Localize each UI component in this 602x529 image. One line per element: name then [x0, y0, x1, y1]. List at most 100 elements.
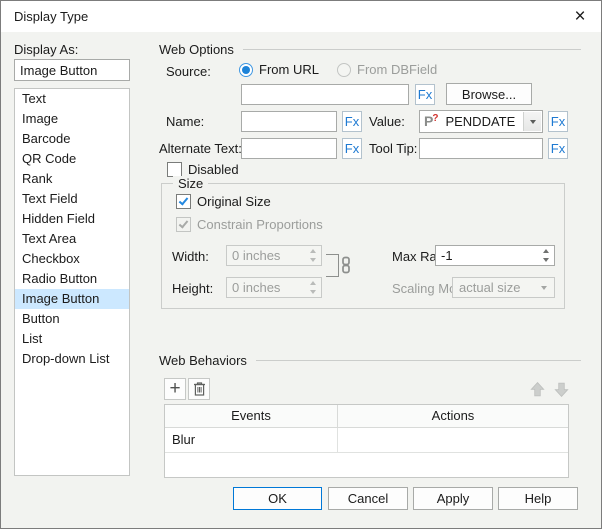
alternate-text-fx-button[interactable]: Fx [342, 138, 362, 159]
events-column-header: Events [165, 405, 338, 427]
web-options-divider [243, 49, 581, 50]
original-size-checkbox[interactable]: Original Size [176, 194, 271, 209]
list-item-radio-button[interactable]: Radio Button [15, 269, 129, 289]
height-spin-up-icon [305, 278, 321, 288]
list-item-drop-down-list[interactable]: Drop-down List [15, 349, 129, 369]
max-ratio-spinner[interactable] [435, 245, 555, 266]
checkbox-checked-disabled-icon [176, 217, 191, 232]
checkbox-unchecked-icon [167, 162, 182, 177]
move-up-button [526, 378, 548, 400]
width-label: Width: [172, 249, 209, 264]
max-ratio-input[interactable] [436, 246, 537, 265]
list-item-text-area[interactable]: Text Area [15, 229, 129, 249]
disabled-checkbox-label: Disabled [188, 162, 239, 177]
parameter-icon: P? [424, 114, 439, 129]
move-down-button [550, 378, 572, 400]
ok-button[interactable]: OK [233, 487, 322, 510]
actions-column-header: Actions [338, 405, 568, 427]
action-cell[interactable] [338, 428, 568, 452]
help-button[interactable]: Help [498, 487, 578, 510]
list-item-text[interactable]: Text [15, 89, 129, 109]
web-behaviors-table: Events Actions Blur [164, 404, 569, 478]
display-type-dialog: Display Type × Display As: Text Image Ba… [0, 0, 602, 529]
scaling-chevron-down-icon [535, 279, 553, 296]
from-url-radio[interactable]: From URL [239, 62, 319, 77]
web-options-title: Web Options [159, 42, 234, 57]
constrain-proportions-checkbox: Constrain Proportions [176, 217, 323, 232]
dialog-title: Display Type [14, 9, 88, 24]
value-fx-button[interactable]: Fx [548, 111, 568, 132]
delete-behavior-button[interactable] [188, 378, 210, 400]
size-group: Size Original Size Constrain Proportions… [161, 183, 565, 309]
max-ratio-spin-up-icon[interactable] [538, 246, 554, 256]
display-as-label: Display As: [14, 42, 78, 57]
radio-unchecked-icon [337, 63, 351, 77]
value-dropdown-text: PENDDATE [445, 114, 515, 129]
title-bar: Display Type × [1, 1, 601, 32]
scaling-mode-text: actual size [459, 280, 520, 295]
tool-tip-label: Tool Tip: [369, 141, 417, 156]
list-item-rank[interactable]: Rank [15, 169, 129, 189]
web-behaviors-divider [256, 360, 581, 361]
list-item-barcode[interactable]: Barcode [15, 129, 129, 149]
from-dbfield-radio: From DBField [337, 62, 437, 77]
arrow-up-icon [529, 381, 546, 398]
alternate-text-label: Alternate Text: [159, 141, 242, 156]
web-options-header: Web Options [159, 42, 581, 56]
add-behavior-button[interactable]: + [164, 378, 186, 400]
web-behaviors-header: Web Behaviors [159, 353, 581, 367]
arrow-down-icon [553, 381, 570, 398]
list-item-image[interactable]: Image [15, 109, 129, 129]
trash-icon [192, 381, 207, 397]
name-input[interactable] [241, 111, 337, 132]
radio-checked-icon [239, 63, 253, 77]
size-group-title: Size [173, 176, 208, 191]
url-input[interactable] [241, 84, 409, 105]
scaling-mode-dropdown: actual size [452, 277, 555, 298]
height-spinner [226, 277, 322, 298]
list-item-checkbox[interactable]: Checkbox [15, 249, 129, 269]
alternate-text-input[interactable] [241, 138, 337, 159]
value-dropdown[interactable]: P? PENDDATE [419, 110, 543, 133]
width-input [227, 246, 304, 265]
list-item-button[interactable]: Button [15, 309, 129, 329]
cancel-button[interactable]: Cancel [328, 487, 408, 510]
height-input [227, 278, 304, 297]
list-item-list[interactable]: List [15, 329, 129, 349]
width-spin-down-icon [305, 256, 321, 266]
event-cell[interactable]: Blur [165, 428, 338, 452]
apply-button[interactable]: Apply [413, 487, 493, 510]
table-header-row: Events Actions [165, 405, 568, 428]
display-as-field[interactable] [14, 59, 130, 81]
close-icon[interactable]: × [568, 5, 592, 29]
plus-icon: + [169, 380, 180, 398]
name-fx-button[interactable]: Fx [342, 111, 362, 132]
constrain-proportions-label: Constrain Proportions [197, 217, 323, 232]
checkbox-checked-icon [176, 194, 191, 209]
height-spin-down-icon [305, 288, 321, 298]
tool-tip-fx-button[interactable]: Fx [548, 138, 568, 159]
from-url-label: From URL [259, 62, 319, 77]
url-fx-button[interactable]: Fx [415, 84, 435, 105]
display-as-list: Text Image Barcode QR Code Rank Text Fie… [14, 88, 130, 476]
width-height-link-bracket [326, 254, 339, 277]
name-label: Name: [166, 114, 204, 129]
browse-button[interactable]: Browse... [446, 83, 532, 105]
disabled-checkbox[interactable]: Disabled [167, 162, 239, 177]
chain-link-icon [341, 256, 351, 274]
list-item-image-button[interactable]: Image Button [15, 289, 129, 309]
list-item-text-field[interactable]: Text Field [15, 189, 129, 209]
source-label: Source: [166, 64, 211, 79]
tool-tip-input[interactable] [419, 138, 543, 159]
table-row[interactable]: Blur [165, 428, 568, 453]
list-item-qr-code[interactable]: QR Code [15, 149, 129, 169]
max-ratio-spin-down-icon[interactable] [538, 256, 554, 266]
original-size-label: Original Size [197, 194, 271, 209]
value-label: Value: [369, 114, 405, 129]
chevron-down-icon[interactable] [523, 112, 541, 131]
height-label: Height: [172, 281, 213, 296]
list-item-hidden-field[interactable]: Hidden Field [15, 209, 129, 229]
from-dbfield-label: From DBField [357, 62, 437, 77]
width-spin-up-icon [305, 246, 321, 256]
web-behaviors-title: Web Behaviors [159, 353, 247, 368]
